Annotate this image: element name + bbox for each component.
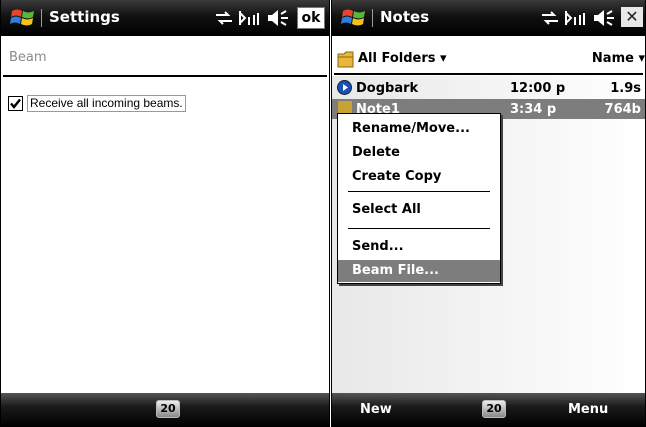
volume-icon[interactable] [592, 9, 616, 27]
folder-label: All Folders [358, 51, 436, 66]
item-size: 1.9s [610, 81, 641, 96]
menu-item-select-all[interactable]: Select All [338, 199, 500, 221]
item-time: 12:00 p [510, 81, 566, 96]
section-title: Beam [9, 50, 47, 65]
receive-beams-label[interactable]: Receive all incoming beams. [27, 95, 186, 112]
windows-start-icon[interactable] [10, 6, 36, 30]
menu-item-label: Create Copy [352, 169, 442, 184]
menu-item-label: Rename/Move... [352, 121, 470, 136]
notes-screen: Notes ✕ All Folders ▾ Name ▾ Dogbark 12:… [331, 0, 646, 427]
menu-item-label: Delete [352, 145, 400, 160]
keyboard-icon[interactable]: 20 [482, 400, 506, 418]
menu-item-beam-file[interactable]: Beam File... [338, 260, 500, 282]
menu-item-label: Select All [352, 202, 421, 217]
page-title: Notes [380, 8, 430, 26]
list-item[interactable]: Dogbark 12:00 p 1.9s [332, 78, 645, 98]
folder-bar: All Folders ▾ Name ▾ [332, 47, 645, 73]
title-separator [372, 9, 373, 27]
signal-icon[interactable] [564, 9, 588, 27]
keyboard-icon[interactable]: 20 [156, 400, 180, 418]
media-icon [337, 80, 352, 95]
title-bar: Notes ✕ [332, 0, 645, 36]
softkey-bar: 20 [1, 393, 329, 427]
menu-divider [348, 191, 490, 192]
context-menu: Rename/Move... Delete Create Copy Select… [337, 113, 501, 284]
item-name: Dogbark [356, 81, 419, 96]
status-icons [540, 6, 616, 30]
section-divider [3, 75, 327, 77]
volume-icon[interactable] [266, 9, 290, 27]
signal-icon[interactable] [238, 9, 262, 27]
menu-softkey[interactable]: Menu [568, 402, 608, 417]
item-size: 764b [604, 102, 641, 117]
softkey-bar: New 20 Menu [332, 393, 645, 427]
connectivity-icon[interactable] [540, 10, 560, 26]
page-title: Settings [49, 8, 120, 26]
menu-divider [348, 228, 490, 229]
receive-beams-option[interactable]: Receive all incoming beams. [8, 95, 186, 112]
menu-item-send[interactable]: Send... [338, 236, 500, 258]
folder-icon [337, 51, 354, 68]
menu-item-rename-move[interactable]: Rename/Move... [338, 118, 500, 140]
connectivity-icon[interactable] [214, 10, 234, 26]
ok-button[interactable]: ok [297, 7, 325, 29]
menu-item-label: Send... [352, 239, 404, 254]
receive-beams-checkbox[interactable] [8, 96, 23, 111]
windows-start-icon[interactable] [341, 6, 367, 30]
close-icon: ✕ [625, 7, 639, 26]
status-icons [214, 6, 290, 30]
chevron-down-icon: ▾ [440, 51, 447, 66]
title-bar: Settings ok [1, 0, 329, 36]
folder-dropdown[interactable]: All Folders ▾ [358, 51, 447, 66]
check-icon [10, 98, 21, 109]
menu-item-delete[interactable]: Delete [338, 142, 500, 164]
chevron-down-icon: ▾ [638, 51, 645, 66]
close-button[interactable]: ✕ [621, 7, 643, 27]
folder-divider [334, 73, 643, 75]
title-separator [41, 9, 42, 27]
item-time: 3:34 p [510, 102, 557, 117]
menu-item-create-copy[interactable]: Create Copy [338, 166, 500, 188]
new-softkey[interactable]: New [360, 402, 392, 417]
sort-dropdown[interactable]: Name ▾ [592, 51, 645, 66]
menu-item-label: Beam File... [352, 263, 439, 278]
settings-screen: Settings ok Beam Receive all incoming be… [0, 0, 330, 427]
sort-label: Name [591, 51, 634, 66]
